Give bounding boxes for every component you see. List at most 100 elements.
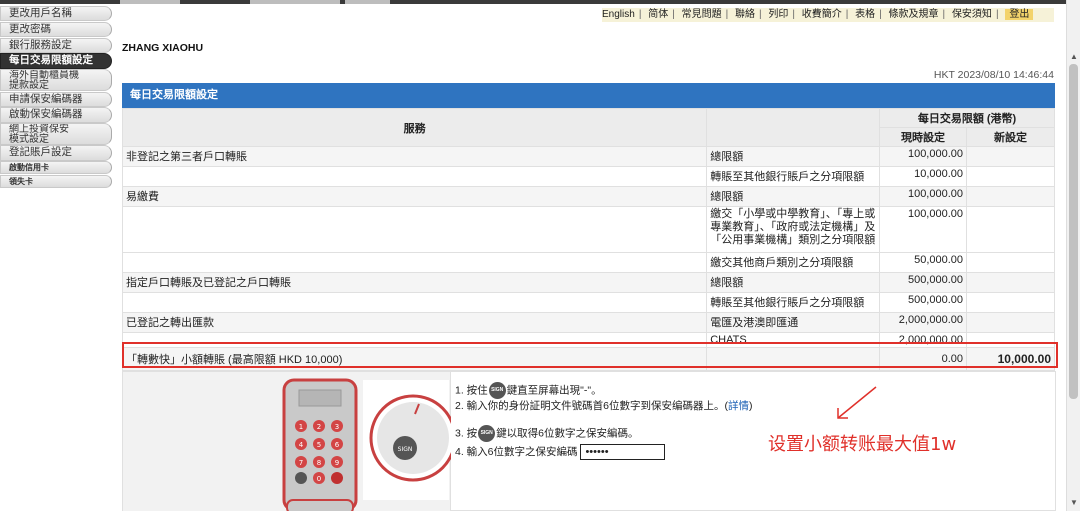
annotation-arrow-icon — [837, 386, 877, 419]
sign-icon: SIGN — [478, 425, 496, 442]
sidebar: 更改用戶名稱 更改密碼 銀行服務設定 每日交易限額設定 海外自動櫃員機 提款設定… — [0, 6, 112, 188]
sidebar-item-activate-token[interactable]: 啟動保安編碼器 — [0, 107, 112, 123]
sidebar-item-daily-limit[interactable]: 每日交易限額設定 — [0, 53, 112, 69]
cell-service: 易繳費 — [121, 186, 708, 207]
svg-text:5: 5 — [317, 441, 321, 449]
link-terms[interactable]: 條款及規章 — [889, 9, 939, 20]
cell-current: 100,000.00 — [879, 206, 968, 253]
link-simplified[interactable]: 简体 — [648, 9, 668, 20]
scroll-up-icon[interactable]: ▲ — [1070, 52, 1078, 61]
cell-new — [966, 166, 1055, 187]
timestamp: HKT 2023/08/10 14:46:44 — [933, 69, 1054, 81]
sidebar-item-change-password[interactable]: 更改密碼 — [0, 21, 112, 38]
cell-current: 10,000.00 — [879, 166, 968, 187]
header-limit: 每日交易限額 (港幣) — [879, 108, 1055, 128]
step-3: 3. 按 SIGN 鍵以取得6位數字之保安編碼。 — [455, 425, 753, 442]
cell-new — [966, 272, 1055, 293]
svg-text:6: 6 — [335, 441, 340, 449]
cell-item: 電匯及港澳即匯通 — [706, 312, 881, 333]
table-row: 非登記之第三者戶口轉賬 總限額 100,000.00 — [121, 146, 1055, 167]
cell-item: 繳交其他商戶類別之分項限額 — [706, 252, 881, 273]
step-1: 1. 按住 SIGN 鍵直至屏幕出現"-"。 — [455, 382, 753, 399]
cell-service — [121, 292, 708, 313]
security-code-input[interactable]: •••••• — [580, 444, 666, 460]
cell-service — [121, 206, 708, 253]
cell-new — [966, 146, 1055, 167]
link-print[interactable]: 列印 — [768, 9, 788, 20]
link-forms[interactable]: 表格 — [855, 9, 875, 20]
cell-current: 500,000.00 — [879, 272, 968, 293]
table-row: 繳交其他商戶類別之分項限額 50,000.00 — [121, 252, 1055, 273]
svg-text:2: 2 — [317, 423, 321, 431]
sidebar-item-bank-service-settings[interactable]: 銀行服務設定 — [0, 37, 112, 53]
cell-new — [966, 206, 1055, 253]
details-link[interactable]: 詳情 — [728, 400, 749, 412]
cell-new — [966, 252, 1055, 273]
table-row: 轉賬至其他銀行賬戶之分項限額 10,000.00 — [121, 166, 1055, 187]
svg-text:3: 3 — [335, 423, 339, 431]
link-contact[interactable]: 聯絡 — [735, 9, 755, 20]
top-strip — [0, 0, 1080, 4]
sign-icon: SIGN — [488, 382, 506, 399]
cell-service: 已登記之轉出匯款 — [121, 312, 708, 333]
sidebar-item-lost-card[interactable]: 領失卡 — [0, 174, 112, 188]
instruction-steps: 1. 按住 SIGN 鍵直至屏幕出現"-"。 2. 輸入你的身份証明文件號碼首6位數… — [455, 382, 753, 460]
svg-text:8: 8 — [317, 459, 321, 467]
cell-item: 轉賬至其他銀行賬戶之分項限額 — [706, 166, 881, 187]
step-4: 4. 輸入6位數字之保安編碼 •••••• — [455, 444, 753, 460]
table-row: 轉賬至其他銀行賬戶之分項限額 500,000.00 — [121, 292, 1055, 313]
page-scrollbar[interactable]: ▲ ▼ — [1066, 0, 1080, 511]
highlight-box — [122, 342, 1058, 368]
cell-current: 2,000,000.00 — [879, 312, 968, 333]
sidebar-item-change-username[interactable]: 更改用戶名稱 — [0, 6, 112, 22]
cell-current: 50,000.00 — [879, 252, 968, 273]
link-english[interactable]: English — [602, 9, 635, 20]
svg-text:1: 1 — [299, 423, 303, 431]
cell-service: 非登記之第三者戶口轉賬 — [121, 146, 708, 167]
step-2: 2. 輸入你的身份証明文件號碼首6位數字到保安编碼器上。(詳情) — [455, 400, 753, 412]
page-title: 每日交易限額設定 — [122, 83, 1055, 108]
sidebar-item-overseas-atm[interactable]: 海外自動櫃員機 提款設定 — [0, 69, 112, 92]
link-fees[interactable]: 收費簡介 — [802, 9, 842, 20]
cell-new — [966, 186, 1055, 207]
limits-table: 服務 每日交易限額 (港幣) 現時設定 新設定 非登記之第三者戶口轉賬 總限額 … — [121, 108, 1055, 371]
user-name: ZHANG XIAOHU — [122, 42, 204, 54]
link-faq[interactable]: 常見問題 — [682, 9, 722, 20]
cell-current: 100,000.00 — [879, 186, 968, 207]
svg-text:SIGN: SIGN — [398, 446, 413, 453]
cell-current: 500,000.00 — [879, 292, 968, 313]
svg-text:4: 4 — [299, 441, 304, 449]
cell-new — [966, 292, 1055, 313]
sidebar-item-online-investment-security[interactable]: 網上投資保安 模式設定 — [0, 123, 112, 146]
cell-item: 總限額 — [706, 186, 881, 207]
svg-text:0: 0 — [317, 475, 321, 483]
cell-item: 轉賬至其他銀行賬戶之分項限額 — [706, 292, 881, 313]
table-row: 繳交「小學或中學教育」、「專上或專業教育」、「政府或法定機構」及「公用事業機構」… — [121, 206, 1055, 253]
header-service: 服務 — [121, 108, 708, 147]
table-row: 易繳費 總限額 100,000.00 — [121, 186, 1055, 207]
table-row: 指定戶口轉賬及已登記之戶口轉賬 總限額 500,000.00 — [121, 272, 1055, 293]
cell-current: 100,000.00 — [879, 146, 968, 167]
top-links-bar: English | 简体 | 常見問題 | 聯絡 | 列印 | 收費簡介 | 表格 | 條款及… — [602, 8, 1054, 22]
logout-button[interactable]: 登出 — [1005, 9, 1034, 20]
header-current: 現時設定 — [879, 127, 968, 147]
cell-service — [121, 252, 708, 273]
svg-text:7: 7 — [299, 459, 303, 467]
link-security-tips[interactable]: 保安須知 — [952, 9, 992, 20]
cell-item: 總限額 — [706, 146, 881, 167]
token-illustration: 1 2 3 4 5 6 7 8 9 0 SIGN — [123, 372, 457, 511]
sidebar-item-activate-credit-card[interactable]: 啟動信用卡 — [0, 161, 112, 175]
cell-item: 繳交「小學或中學教育」、「專上或專業教育」、「政府或法定機構」及「公用事業機構」… — [706, 206, 881, 253]
sidebar-item-registered-accounts[interactable]: 登記賬戶設定 — [0, 145, 112, 161]
scroll-thumb[interactable] — [1069, 64, 1078, 399]
scroll-down-icon[interactable]: ▼ — [1070, 498, 1078, 507]
cell-item: 總限額 — [706, 272, 881, 293]
cell-new — [966, 312, 1055, 333]
header-new: 新設定 — [966, 127, 1055, 147]
cell-service: 指定戶口轉賬及已登記之戶口轉賬 — [121, 272, 708, 293]
cell-service — [121, 166, 708, 187]
sidebar-item-apply-token[interactable]: 申請保安編碼器 — [0, 91, 112, 107]
annotation-text: 设置小额转账最大值1w — [768, 434, 957, 455]
security-token-device-icon: 1 2 3 4 5 6 7 8 9 0 SIGN — [282, 378, 457, 511]
svg-text:9: 9 — [335, 459, 339, 467]
